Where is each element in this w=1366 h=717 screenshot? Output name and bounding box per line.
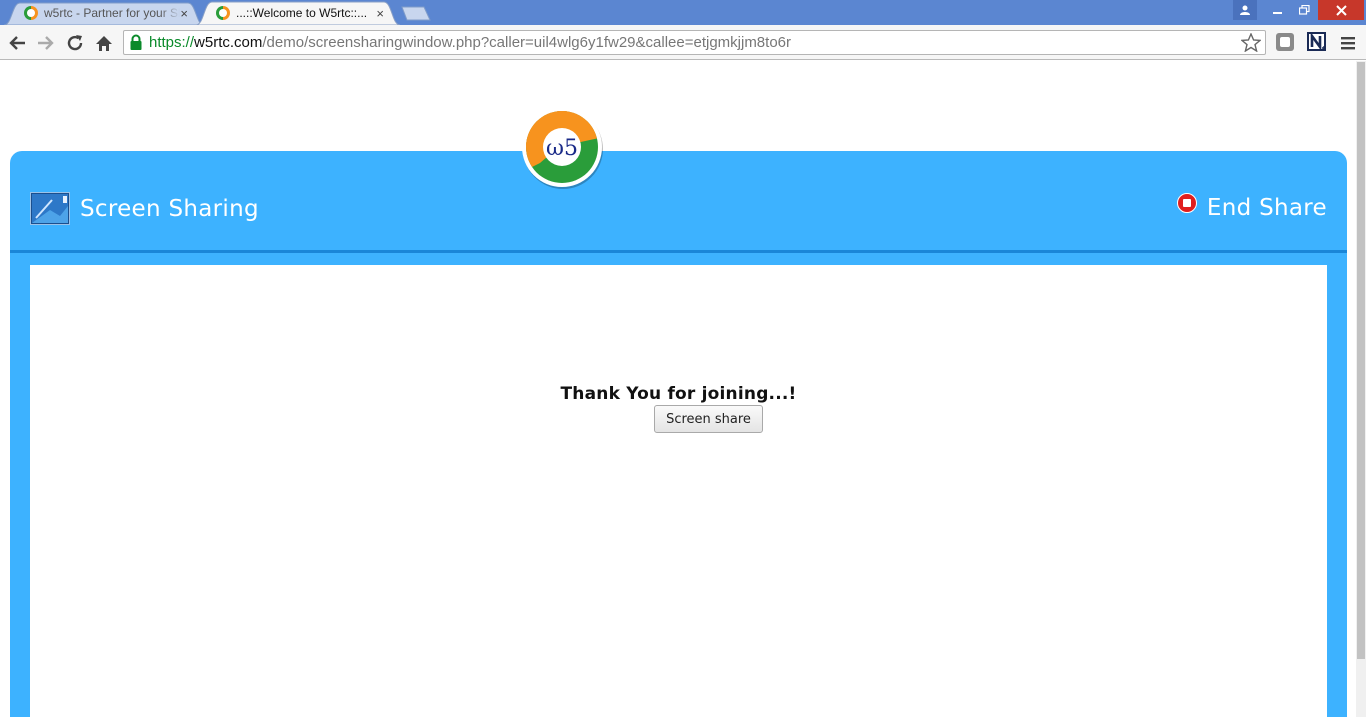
scrollbar-thumb[interactable]: [1357, 62, 1365, 659]
w5rtc-logo: ω5: [522, 107, 603, 189]
url-host: w5rtc.com: [194, 34, 263, 51]
page-viewport: ω5 Screen Sharing End Share Thank You fo…: [0, 61, 1356, 717]
tab-title: w5rtc - Partner for your Sl: [44, 6, 180, 20]
star-icon[interactable]: [1241, 33, 1261, 52]
page-title: Screen Sharing: [80, 195, 259, 222]
w5rtc-favicon-icon: [24, 6, 38, 20]
end-share-label: End Share: [1206, 195, 1327, 221]
browser-toolbar: https://w5rtc.com/demo/screensharingwind…: [0, 25, 1366, 60]
minimize-icon[interactable]: [1265, 0, 1291, 20]
extension-shield-icon[interactable]: [1275, 32, 1295, 52]
forward-arrow-icon[interactable]: [35, 32, 57, 54]
back-arrow-icon[interactable]: [6, 32, 28, 54]
user-profile-icon[interactable]: [1233, 0, 1257, 20]
tab-close-icon[interactable]: ×: [180, 6, 188, 21]
url-scheme: https://: [149, 34, 195, 51]
extension-n-icon[interactable]: [1307, 32, 1327, 52]
thanks-message: Thank You for joining...!: [560, 384, 797, 404]
monitor-icon: [30, 192, 70, 225]
new-tab-button[interactable]: [398, 6, 432, 21]
stop-icon: [1176, 193, 1197, 213]
tab-welcome-w5rtc[interactable]: ...::Welcome to W5rtc::... ×: [196, 1, 400, 25]
tab-close-icon[interactable]: ×: [376, 6, 384, 21]
end-share-button[interactable]: End Share: [1176, 193, 1327, 221]
reload-icon[interactable]: [64, 32, 86, 54]
lock-icon: [130, 34, 142, 50]
tab-title: ...::Welcome to W5rtc::...: [236, 6, 368, 20]
logo-text: ω5: [546, 136, 578, 161]
screen-share-button[interactable]: Screen share: [654, 405, 763, 433]
address-bar[interactable]: https://w5rtc.com/demo/screensharingwind…: [123, 30, 1266, 55]
url-text: https://w5rtc.com/demo/screensharingwind…: [149, 34, 791, 51]
screen-sharing-header: Screen Sharing: [30, 192, 259, 225]
restore-icon[interactable]: [1291, 0, 1317, 20]
home-icon[interactable]: [93, 32, 115, 54]
tab-w5rtc-partner[interactable]: w5rtc - Partner for your Sl ×: [4, 1, 204, 25]
page-scrollbar[interactable]: [1356, 61, 1366, 717]
w5rtc-favicon-icon: [216, 6, 230, 20]
url-path: /demo/screensharingwindow.php?caller=uil…: [262, 34, 792, 51]
hamburger-menu-icon[interactable]: [1338, 32, 1360, 54]
share-content-area: Thank You for joining...! Screen share: [30, 265, 1327, 717]
header-divider: [10, 250, 1347, 253]
close-window-icon[interactable]: [1318, 0, 1364, 20]
